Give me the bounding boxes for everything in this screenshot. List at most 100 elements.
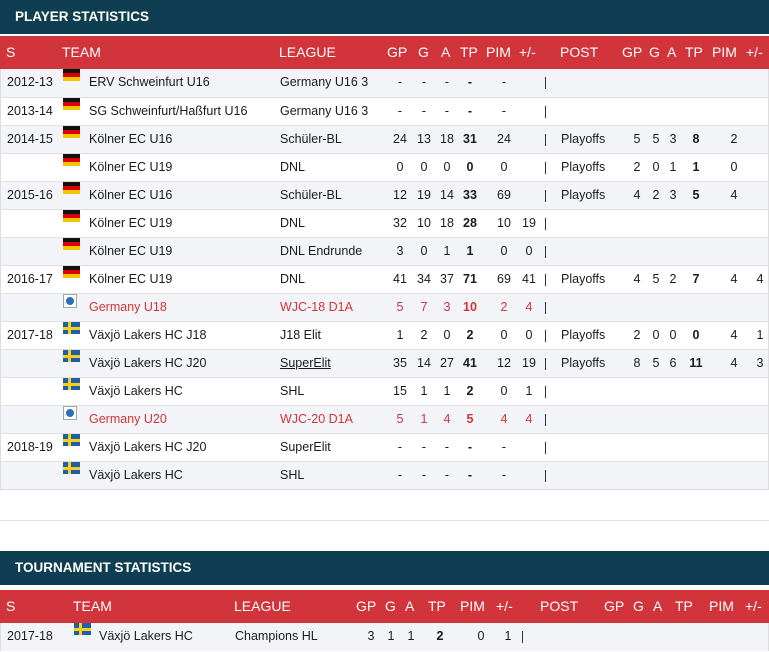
- sweden-flag-icon: [74, 623, 91, 635]
- cell-ppim: 4: [730, 328, 738, 342]
- cell-league[interactable]: SHL: [280, 378, 304, 405]
- t-col-post-tp-header[interactable]: TP: [675, 590, 693, 623]
- col-post-g-header[interactable]: G: [649, 36, 660, 69]
- t-col-post-gp-header[interactable]: GP: [604, 590, 624, 623]
- col-post-header[interactable]: POST: [560, 36, 598, 69]
- cell-league[interactable]: Germany U16 3: [280, 98, 368, 125]
- col-post-pm-header[interactable]: +/-: [746, 36, 763, 69]
- cell-gp: -: [397, 104, 403, 118]
- cell-pg: 5: [652, 356, 660, 370]
- cell-team[interactable]: Kölner EC U19: [89, 154, 172, 181]
- t-col-tp-header[interactable]: TP: [428, 590, 446, 623]
- cell-team[interactable]: Kölner EC U19: [89, 238, 172, 265]
- col-pim-header[interactable]: PIM: [486, 36, 511, 69]
- cell-a: 27: [440, 356, 454, 370]
- germany-flag-icon: [63, 154, 80, 166]
- t-col-post-header[interactable]: POST: [540, 590, 578, 623]
- table-row: 2014-15 Kölner EC U16 Schüler-BL 24 13 18 31 24…: [1, 125, 768, 153]
- col-post-tp-header[interactable]: TP: [685, 36, 703, 69]
- tournament-cell-pim: 0: [477, 629, 485, 643]
- cell-league[interactable]: Germany U16 3: [280, 69, 368, 96]
- cell-team[interactable]: Växjö Lakers HC J20: [89, 350, 206, 377]
- t-col-team-header[interactable]: TEAM: [73, 590, 112, 623]
- cell-a: 1: [443, 384, 451, 398]
- col-team-header[interactable]: TEAM: [62, 36, 101, 69]
- column-separator: [545, 218, 546, 230]
- col-gp-header[interactable]: GP: [387, 36, 407, 69]
- cell-league[interactable]: SHL: [280, 462, 304, 489]
- t-col-pim-header[interactable]: PIM: [460, 590, 485, 623]
- cell-pim: -: [501, 75, 507, 89]
- col-post-pim-header[interactable]: PIM: [712, 36, 737, 69]
- cell-season: 2018-19: [7, 440, 53, 454]
- cell-ppim: 4: [730, 272, 738, 286]
- cell-league[interactable]: WJC-18 D1A: [280, 294, 353, 321]
- t-col-league-header[interactable]: LEAGUE: [234, 590, 291, 623]
- cell-team[interactable]: Växjö Lakers HC: [89, 378, 183, 405]
- cell-gp: 35: [393, 356, 407, 370]
- cell-team[interactable]: Växjö Lakers HC: [89, 462, 183, 489]
- cell-team[interactable]: Germany U18: [89, 294, 167, 321]
- germany-flag-icon: [63, 210, 80, 222]
- cell-a: 4: [443, 412, 451, 426]
- t-col-post-pim-header[interactable]: PIM: [709, 590, 734, 623]
- t-col-g-header[interactable]: G: [385, 590, 396, 623]
- cell-team[interactable]: Kölner EC U16: [89, 126, 172, 153]
- t-col-season-header[interactable]: S: [6, 590, 15, 623]
- cell-gp: 0: [396, 160, 404, 174]
- col-post-a-header[interactable]: A: [667, 36, 676, 69]
- t-col-post-a-header[interactable]: A: [653, 590, 662, 623]
- col-a-header[interactable]: A: [441, 36, 450, 69]
- cell-league[interactable]: SuperElit: [280, 434, 331, 461]
- sweden-flag-icon: [63, 378, 80, 390]
- cell-league[interactable]: DNL: [280, 210, 305, 237]
- sweden-flag-icon: [63, 434, 80, 446]
- table-row: 2017-18 Växjö Lakers HC J18 J18 Elit 1 2 0 2 0 0…: [1, 321, 768, 349]
- cell-team[interactable]: Kölner EC U19: [89, 266, 172, 293]
- cell-league[interactable]: J18 Elit: [280, 322, 321, 349]
- cell-ptp: 0: [692, 328, 700, 342]
- cell-team[interactable]: Germany U20: [89, 406, 167, 433]
- col-league-header[interactable]: LEAGUE: [279, 36, 336, 69]
- t-col-post-pm-header[interactable]: +/-: [745, 590, 762, 623]
- cell-league[interactable]: SuperElit: [280, 350, 331, 377]
- cell-team[interactable]: Kölner EC U16: [89, 182, 172, 209]
- international-flag-icon: [63, 294, 77, 308]
- col-tp-header[interactable]: TP: [460, 36, 478, 69]
- cell-team[interactable]: Växjö Lakers HC J18: [89, 322, 206, 349]
- column-separator: [545, 414, 546, 426]
- col-season-header[interactable]: S: [6, 36, 15, 69]
- cell-league[interactable]: DNL: [280, 266, 305, 293]
- cell-league[interactable]: DNL: [280, 154, 305, 181]
- col-g-header[interactable]: G: [418, 36, 429, 69]
- cell-team[interactable]: SG Schweinfurt/Haßfurt U16: [89, 98, 247, 125]
- cell-team[interactable]: ERV Schweinfurt U16: [89, 69, 210, 96]
- col-pm-header[interactable]: +/-: [519, 36, 536, 69]
- cell-g: -: [421, 468, 427, 482]
- t-col-a-header[interactable]: A: [405, 590, 414, 623]
- cell-league[interactable]: WJC-20 D1A: [280, 406, 353, 433]
- sweden-flag-icon: [63, 350, 80, 362]
- cell-ppim: 4: [730, 356, 738, 370]
- cell-league[interactable]: DNL Endrunde: [280, 238, 362, 265]
- cell-g: 7: [420, 300, 428, 314]
- t-col-pm-header[interactable]: +/-: [496, 590, 513, 623]
- cell-pa: 2: [669, 272, 677, 286]
- cell-pa: 6: [669, 356, 677, 370]
- cell-league[interactable]: Schüler-BL: [280, 126, 342, 153]
- cell-gp: -: [397, 75, 403, 89]
- t-col-gp-header[interactable]: GP: [356, 590, 376, 623]
- cell-league[interactable]: Schüler-BL: [280, 182, 342, 209]
- tournament-cell-team[interactable]: Växjö Lakers HC: [99, 623, 193, 650]
- cell-team[interactable]: Växjö Lakers HC J20: [89, 434, 206, 461]
- t-col-post-g-header[interactable]: G: [633, 590, 644, 623]
- cell-post: Playoffs: [561, 132, 606, 146]
- cell-team[interactable]: Kölner EC U19: [89, 210, 172, 237]
- cell-tp: -: [467, 104, 473, 118]
- col-post-gp-header[interactable]: GP: [622, 36, 642, 69]
- tournament-cell-league[interactable]: Champions HL: [235, 623, 318, 650]
- cell-ppm: 4: [756, 272, 764, 286]
- cell-g: 14: [417, 356, 431, 370]
- table-row: Kölner EC U19 DNL Endrunde 3 0 1 1 0 0: [1, 237, 768, 265]
- tournament-cell-a: 1: [407, 629, 415, 643]
